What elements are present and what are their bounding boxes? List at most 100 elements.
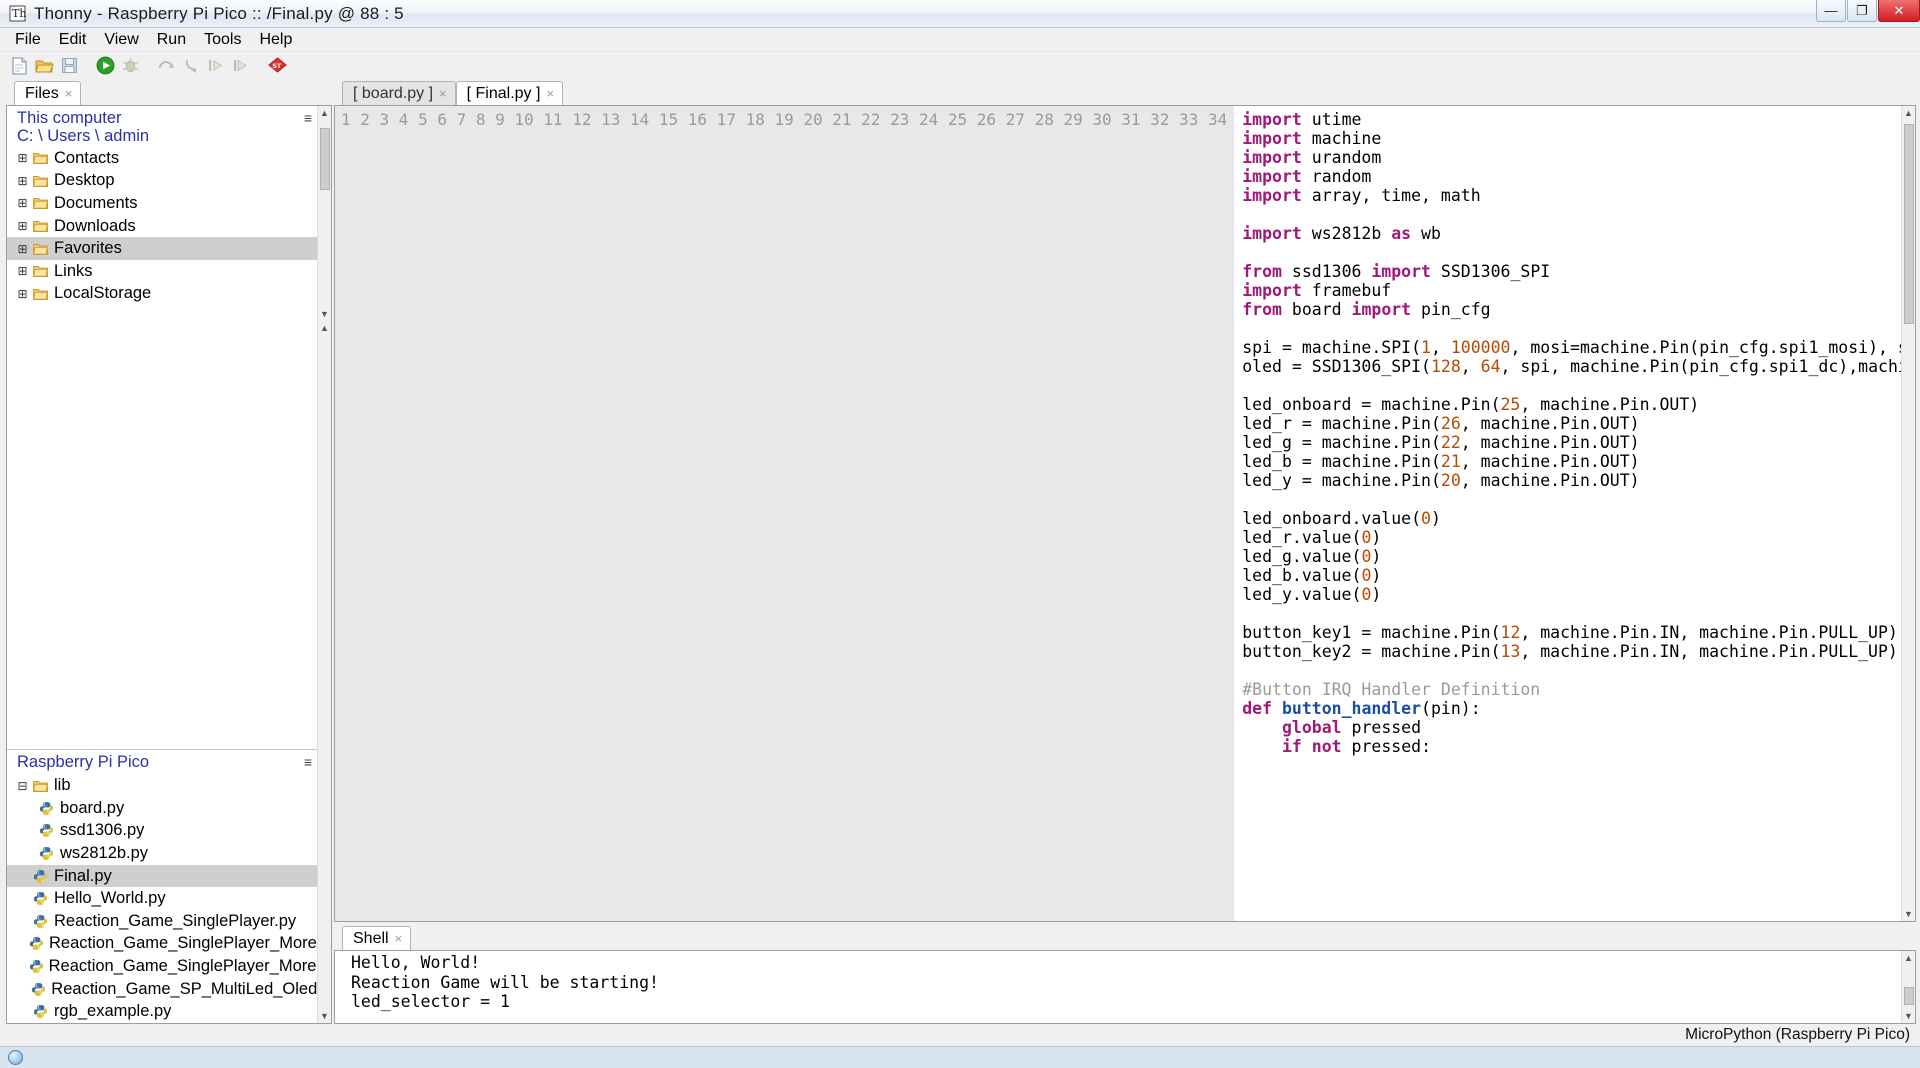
tab-files-label: Files [25,84,59,102]
debug-icon[interactable] [119,55,141,77]
expander-icon[interactable]: ⊞ [15,151,30,165]
folder-icon [30,287,50,301]
pico-item-reaction-game-singleplayer-py[interactable]: Reaction_Game_SinglePlayer.py [7,910,317,933]
tab-files[interactable]: Files × [14,81,82,105]
minimize-button[interactable]: — [1816,0,1846,22]
tree-item-contacts[interactable]: ⊞ Contacts [7,147,317,170]
scroll-down-arrow-icon[interactable]: ▼ [320,307,329,321]
step-out-icon[interactable] [205,55,227,77]
tree-item-downloads[interactable]: ⊞ Downloads [7,215,317,238]
pico-item-label: rgb_example.py [54,1002,172,1021]
menu-bar: File Edit View Run Tools Help [0,28,1920,52]
this-computer-header: This computer C: \ Users \ admin ≡ [7,106,317,147]
shell-tabstrip: Shell × [334,924,1916,950]
expander-icon[interactable]: ⊞ [15,219,30,233]
code-text[interactable]: import utime import machine import urand… [1234,106,1901,921]
tab-final-py[interactable]: [ Final.py ] × [455,81,564,105]
editor-scroll-down-arrow-icon[interactable]: ▼ [1904,907,1913,921]
start-orb-icon[interactable] [8,1050,23,1065]
shell-output-text[interactable]: Hello, World! Reaction Game will be star… [335,951,1901,1023]
pico-item-ws2812b-py[interactable]: ws2812b.py [7,842,317,865]
pico-menu-icon[interactable]: ≡ [299,750,317,770]
pico-item-lib[interactable]: ⊟ lib [7,774,317,797]
resume-icon[interactable] [230,55,252,77]
tree-item-links[interactable]: ⊞ Links [7,260,317,283]
menu-item-view[interactable]: View [95,29,147,51]
shell-scrollbar[interactable]: ▲ ▼ [1901,951,1915,1023]
expander-icon[interactable]: ⊞ [15,287,30,301]
this-computer-tree[interactable]: ⊞ Contacts ⊞ Desktop ⊞ Documents ⊞ Downloads ⊞ Fa… [7,147,317,750]
open-file-icon[interactable] [33,55,55,77]
expander-icon[interactable]: ⊞ [15,264,30,278]
files-tabstrip: Files × [6,79,334,105]
pico-item-label: ws2812b.py [60,844,149,863]
pico-item-reaction-game-singleplayer-moreleds[interactable]: Reaction_Game_SinglePlayer_MoreLEDs_ [7,955,317,978]
tree-item-label: Downloads [54,216,136,235]
tab-files-close-icon[interactable]: × [65,86,73,101]
expander-icon[interactable]: ⊞ [15,242,30,256]
taskbar-strip [0,1046,1920,1068]
pico-tree-scrollbar[interactable]: ▲ ▼ [317,321,331,1023]
window-controls: — ❐ ✕ [1815,0,1920,24]
tab-shell[interactable]: Shell × [342,926,412,950]
python-file-icon [30,891,50,906]
tab-final-py-label: [ Final.py ] [466,84,541,102]
pico-tree[interactable]: ⊟ lib board.py ssd1306.py ws2812b.py Final.py… [7,774,317,1023]
menu-item-file[interactable]: File [6,29,50,51]
shell-output-container[interactable]: Hello, World! Reaction Game will be star… [334,950,1916,1024]
save-file-icon[interactable] [58,55,80,77]
new-file-icon[interactable] [8,55,30,77]
shell-scroll-up-arrow-icon[interactable]: ▲ [1904,951,1913,965]
pico-item-final-py[interactable]: Final.py [7,864,317,888]
editor-pane: [ board.py ] × [ Final.py ] × 1 2 3 4 5 … [334,79,1920,1024]
pico-scroll-up-arrow-icon[interactable]: ▲ [320,321,329,335]
step-over-icon[interactable] [155,55,177,77]
pico-item-label: Reaction_Game_SinglePlayer.py [54,911,297,930]
tab-final-py-close-icon[interactable]: × [546,86,554,101]
tab-board-py[interactable]: [ board.py ] × [342,81,456,105]
pico-item-label: Reaction_Game_SinglePlayer_MoreLEDs. [49,934,317,953]
pico-item-reaction-game-sp-multiled-oled-py[interactable]: Reaction_Game_SP_MultiLed_Oled.py [7,978,317,1001]
menu-item-edit[interactable]: Edit [50,29,96,51]
pico-item-ssd1306-py[interactable]: ssd1306.py [7,820,317,843]
run-icon[interactable] [94,55,116,77]
maximize-button[interactable]: ❐ [1847,0,1877,22]
work-area: Files × This computer C: \ Users \ admin… [0,79,1920,1024]
tab-board-py-label: [ board.py ] [353,84,434,102]
python-file-icon [30,914,50,929]
scroll-up-arrow-icon[interactable]: ▲ [320,106,329,120]
thonny-icon: Th [6,4,28,24]
pico-item-board-py[interactable]: board.py [7,797,317,820]
tree-item-favorites[interactable]: ⊞ Favorites [7,237,317,260]
menu-item-tools[interactable]: Tools [195,29,250,51]
tab-board-py-close-icon[interactable]: × [439,86,447,101]
tab-shell-close-icon[interactable]: × [395,931,403,946]
tree-item-desktop[interactable]: ⊞ Desktop [7,170,317,193]
code-editor[interactable]: 1 2 3 4 5 6 7 8 9 10 11 12 13 14 15 16 1… [334,105,1916,922]
pico-item-hello-world-py[interactable]: Hello_World.py [7,887,317,910]
close-button[interactable]: ✕ [1878,0,1920,22]
shell-scroll-down-arrow-icon[interactable]: ▼ [1904,1009,1913,1023]
menu-item-help[interactable]: Help [250,29,301,51]
tree-item-label: Desktop [54,171,115,190]
files-tree-container: This computer C: \ Users \ admin ≡ ⊞ Cont… [6,105,332,1024]
pico-item-label: Final.py [54,866,112,885]
editor-scrollbar[interactable]: ▲ ▼ [1901,106,1915,921]
computer-tree-scrollbar[interactable]: ▲ ▼ [317,106,331,321]
stop-icon[interactable]: ST [266,55,288,77]
files-menu-icon[interactable]: ≡ [299,106,317,126]
tree-item-documents[interactable]: ⊞ Documents [7,192,317,215]
pico-scroll-down-arrow-icon[interactable]: ▼ [320,1009,329,1023]
collapse-icon[interactable]: ⊟ [15,779,30,793]
pico-item-reaction-game-singleplayer-moreleds[interactable]: Reaction_Game_SinglePlayer_MoreLEDs. [7,933,317,956]
expander-icon[interactable]: ⊞ [15,196,30,210]
python-file-icon [36,823,56,838]
pico-section: Raspberry Pi Pico ≡ ⊟ lib board.py ssd1306.… [7,749,317,1023]
pico-item-rgb-example-py[interactable]: rgb_example.py [7,1000,317,1023]
step-into-icon[interactable] [180,55,202,77]
tree-item-localstorage[interactable]: ⊞ LocalStorage [7,283,317,306]
menu-item-run[interactable]: Run [148,29,195,51]
editor-scroll-up-arrow-icon[interactable]: ▲ [1904,106,1913,120]
expander-icon[interactable]: ⊞ [15,174,30,188]
interpreter-label[interactable]: MicroPython (Raspberry Pi Pico) [1685,1026,1910,1044]
